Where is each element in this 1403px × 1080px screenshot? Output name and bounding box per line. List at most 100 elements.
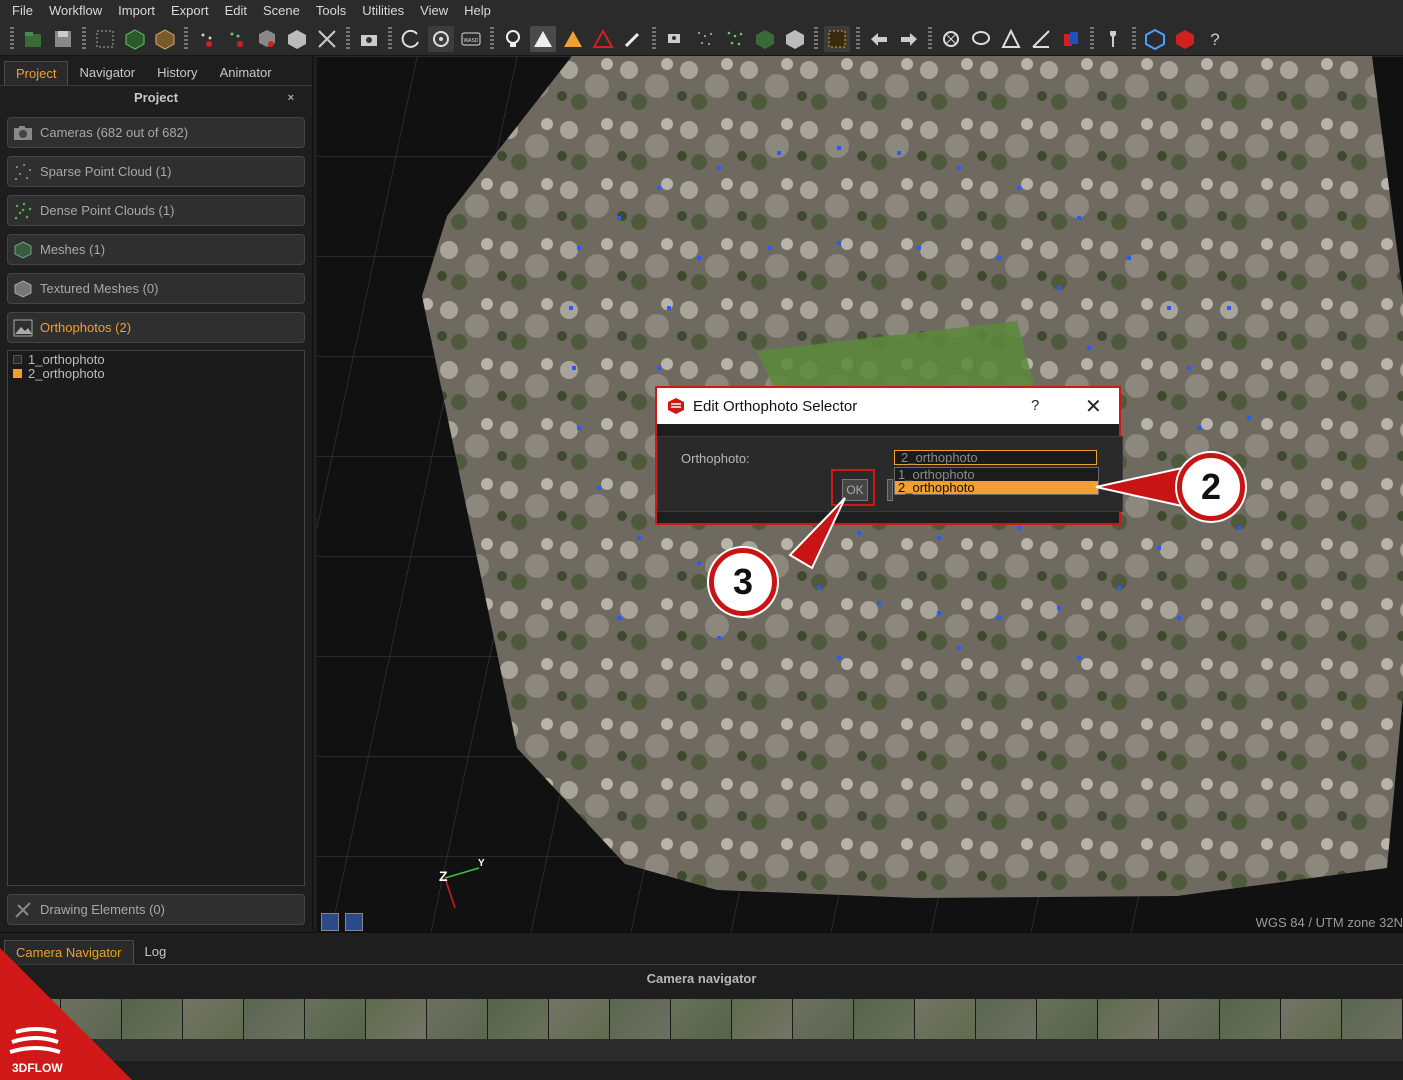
wireframe-button[interactable] <box>590 26 616 52</box>
dialog-close-button[interactable]: ✕ <box>1085 394 1102 419</box>
visibility-swatch[interactable] <box>13 354 22 364</box>
dialog-title: Edit Orthophoto Selector <box>693 397 858 415</box>
measure-button[interactable] <box>998 26 1024 52</box>
mesh-button[interactable] <box>152 26 178 52</box>
dialog-help-button[interactable]: ? <box>1031 397 1039 414</box>
settings-button[interactable] <box>1100 26 1126 52</box>
menu-scene[interactable]: Scene <box>255 0 308 22</box>
wasd-button[interactable]: WASD <box>458 26 484 52</box>
category-dense-cloud[interactable]: Dense Point Clouds (1) <box>7 195 305 226</box>
select-points-button[interactable] <box>194 26 220 52</box>
left-tab-bar: Project Navigator History Animator <box>0 56 312 86</box>
camera-thumbnail[interactable] <box>1342 999 1403 1039</box>
viewport-view-button[interactable] <box>345 913 363 931</box>
camera-thumbnail[interactable] <box>427 999 488 1039</box>
show-dense-button[interactable] <box>722 26 748 52</box>
tab-animator[interactable]: Animator <box>209 61 283 85</box>
list-item[interactable]: 1_orthophoto <box>10 352 302 367</box>
camera-thumbnail[interactable] <box>732 999 793 1039</box>
camera-thumbnail[interactable] <box>1098 999 1159 1039</box>
menu-utilities[interactable]: Utilities <box>354 0 412 22</box>
help-button[interactable]: ? <box>1202 26 1228 52</box>
camera-thumbnail[interactable] <box>1220 999 1281 1039</box>
menu-import[interactable]: Import <box>110 0 163 22</box>
new-project-button[interactable] <box>20 26 46 52</box>
camera-thumbnail[interactable] <box>549 999 610 1039</box>
camera-thumbnail[interactable] <box>1037 999 1098 1039</box>
screenshot-button[interactable] <box>356 26 382 52</box>
camera-thumbnail[interactable] <box>915 999 976 1039</box>
export-button[interactable] <box>1058 26 1084 52</box>
mesh-tool-button[interactable] <box>284 26 310 52</box>
show-cameras-button[interactable] <box>662 26 688 52</box>
camera-thumbnail[interactable] <box>1281 999 1342 1039</box>
vertex-color-button[interactable] <box>560 26 586 52</box>
menu-view[interactable]: View <box>412 0 456 22</box>
lightbulb-icon <box>506 29 520 47</box>
select-dense-button[interactable] <box>224 26 250 52</box>
tab-navigator[interactable]: Navigator <box>68 61 146 85</box>
align-images-button[interactable] <box>92 26 118 52</box>
ruler-button[interactable] <box>1028 26 1054 52</box>
tab-history[interactable]: History <box>146 61 208 85</box>
dropdown-option-2-orthophoto[interactable]: 2_orthophoto <box>895 481 1098 494</box>
category-drawing-elements[interactable]: Drawing Elements (0) <box>7 894 305 925</box>
category-textured-meshes[interactable]: Textured Meshes (0) <box>7 273 305 304</box>
redo-button[interactable] <box>896 26 922 52</box>
select-mesh-button[interactable] <box>254 26 280 52</box>
lasso-button[interactable] <box>968 26 994 52</box>
category-cameras[interactable]: Cameras (682 out of 682) <box>7 117 305 148</box>
camera-thumbnail[interactable] <box>610 999 671 1039</box>
show-mesh-button[interactable] <box>752 26 778 52</box>
menu-help[interactable]: Help <box>456 0 499 22</box>
camera-thumbnail[interactable] <box>488 999 549 1039</box>
camera-thumbnail[interactable] <box>244 999 305 1039</box>
camera-thumbnail[interactable] <box>671 999 732 1039</box>
visibility-swatch[interactable] <box>13 368 22 378</box>
cloud-button[interactable] <box>1142 26 1168 52</box>
menu-edit[interactable]: Edit <box>217 0 255 22</box>
orbit-button[interactable] <box>428 25 454 52</box>
camera-thumbnail[interactable] <box>1159 999 1220 1039</box>
category-meshes[interactable]: Meshes (1) <box>7 234 305 265</box>
category-sparse-cloud[interactable]: Sparse Point Cloud (1) <box>7 156 305 187</box>
camera-thumbnail[interactable] <box>183 999 244 1039</box>
undo-button[interactable] <box>866 26 892 52</box>
shading-button[interactable] <box>530 25 556 52</box>
tab-log[interactable]: Log <box>134 940 178 964</box>
vertex-color-icon <box>564 30 582 47</box>
lasso-icon <box>972 30 990 45</box>
bounding-box-button[interactable] <box>824 25 850 52</box>
cancel-button[interactable] <box>887 479 893 501</box>
zephyr-button[interactable] <box>1172 26 1198 52</box>
panel-close-button[interactable]: × <box>288 86 294 110</box>
camera-thumbnail[interactable] <box>793 999 854 1039</box>
camera-thumbnail[interactable] <box>976 999 1037 1039</box>
camera-thumbnail[interactable] <box>854 999 915 1039</box>
filter-button[interactable] <box>314 26 340 52</box>
toolbar-separator <box>856 26 860 51</box>
camera-thumbnail[interactable] <box>366 999 427 1039</box>
light-button[interactable] <box>500 26 526 52</box>
menu-export[interactable]: Export <box>163 0 217 22</box>
category-orthophotos[interactable]: Orthophotos (2) <box>7 312 305 343</box>
camera-thumbnail[interactable] <box>305 999 366 1039</box>
brush-button[interactable] <box>620 26 646 52</box>
rotate-button[interactable] <box>398 26 424 52</box>
tab-project[interactable]: Project <box>4 61 69 85</box>
toolbar-separator <box>10 26 14 51</box>
orthophoto-combobox[interactable]: 2_orthophoto <box>894 450 1097 465</box>
dense-cloud-button[interactable] <box>122 26 148 52</box>
category-label: Dense Point Clouds (1) <box>40 203 175 218</box>
camera-thumbnail-strip[interactable] <box>0 999 1403 1039</box>
list-item[interactable]: 2_orthophoto <box>10 366 302 381</box>
viewport-mode-button[interactable] <box>321 913 339 931</box>
save-button[interactable] <box>50 26 76 52</box>
toolbar-separator <box>82 26 86 51</box>
menu-workflow[interactable]: Workflow <box>41 0 110 22</box>
show-textured-button[interactable] <box>782 26 808 52</box>
menu-tools[interactable]: Tools <box>308 0 354 22</box>
menu-file[interactable]: File <box>4 0 41 22</box>
gcp-button[interactable] <box>938 26 964 52</box>
show-sparse-button[interactable] <box>692 26 718 52</box>
